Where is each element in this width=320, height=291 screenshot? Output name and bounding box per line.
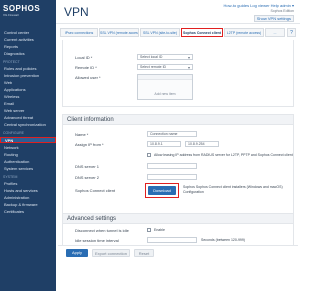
idle-interval-input[interactable] xyxy=(147,237,197,243)
sidebar-item-profiles[interactable]: Profiles xyxy=(4,181,54,187)
allowed-user-list[interactable]: Add new item xyxy=(137,74,193,100)
sidebar-item-web-server[interactable]: Web server xyxy=(4,108,54,114)
sidebar-section-system: SYSTEM xyxy=(3,175,18,179)
enable-idle-disconnect-checkbox[interactable] xyxy=(147,228,151,232)
policy-panel: Local ID * Select local ID Remote ID * S… xyxy=(62,40,294,107)
idle-interval-label: Idle session time interval xyxy=(75,238,119,243)
download-hint-configuration: Configuration xyxy=(183,190,204,194)
sidebar-item-advanced-threat[interactable]: Advanced threat xyxy=(4,115,54,121)
dns-server-2-label: DNS server 2 xyxy=(75,175,100,180)
advanced-settings-header: Advanced settings xyxy=(62,213,294,224)
apply-button[interactable]: Apply xyxy=(66,249,88,257)
sidebar-item-applications[interactable]: Applications xyxy=(4,87,54,93)
sidebar-item-control-center[interactable]: Control center xyxy=(4,30,54,36)
enable-label: Enable xyxy=(154,228,165,232)
sidebar-item-backup-firmware[interactable]: Backup & firmware xyxy=(4,202,54,208)
sidebar-section-configure: CONFIGURE xyxy=(3,131,24,135)
sidebar-item-intrusion-prevention[interactable]: Intrusion prevention xyxy=(4,73,54,79)
help-icon[interactable]: ? xyxy=(287,28,296,37)
tab-ssl-vpn-site[interactable]: SSL VPN (site-to-site) xyxy=(140,28,180,37)
dns-server-2-input[interactable] xyxy=(147,174,197,180)
allowed-user-label: Allowed user * xyxy=(75,75,101,80)
remote-id-label: Remote ID * xyxy=(75,65,97,70)
assign-ip-to-input[interactable]: 10.8.9.254 xyxy=(185,141,219,147)
advanced-settings-title: Advanced settings xyxy=(67,216,117,222)
tab-bar: IPsec connections SSL VPN (remote access… xyxy=(60,28,298,38)
radius-lease-checkbox[interactable] xyxy=(147,153,151,157)
sophos-logo: SOPHOS XG Firewall xyxy=(3,4,53,26)
sidebar-section-protect: PROTECT xyxy=(3,60,20,64)
radius-lease-label: Allow leasing IP address from RADIUS ser… xyxy=(154,153,293,157)
brand-name: SOPHOS xyxy=(3,4,41,13)
sophos-connect-client-label: Sophos Connect client xyxy=(75,188,116,193)
name-label: Name * xyxy=(75,132,89,137)
sidebar-item-current-activities[interactable]: Current activities xyxy=(4,37,54,43)
download-button[interactable]: Download xyxy=(148,186,176,195)
remote-id-select[interactable]: Select remote ID xyxy=(137,64,193,70)
sidebar-item-central-synchronization[interactable]: Central synchronization xyxy=(4,122,54,128)
sidebar-item-email[interactable]: Email xyxy=(4,101,54,107)
dns-server-1-label: DNS server 1 xyxy=(75,164,100,169)
sidebar-item-routing[interactable]: Routing xyxy=(4,152,54,158)
sidebar-item-administration[interactable]: Administration xyxy=(4,195,54,201)
sidebar-item-hosts-and-services[interactable]: Hosts and services xyxy=(4,188,54,194)
footer-bar: Apply Export connection Reset xyxy=(58,245,298,259)
reset-button[interactable]: Reset xyxy=(134,249,154,257)
sidebar-item-network[interactable]: Network xyxy=(4,145,54,151)
sidebar-item-certificates[interactable]: Certificates xyxy=(4,209,54,215)
tab-ssl-vpn-remote[interactable]: SSL VPN (remote access) xyxy=(99,28,139,37)
sidebar-item-web[interactable]: Web xyxy=(4,80,54,86)
header-edition: Sophos Edition xyxy=(270,9,294,13)
allowed-user-list-header xyxy=(138,75,192,80)
sidebar-item-authentication[interactable]: Authentication xyxy=(4,159,54,165)
local-id-select[interactable]: Select local ID xyxy=(137,54,193,60)
export-connection-button[interactable]: Export connection xyxy=(92,249,130,257)
tab-l2tp-remote[interactable]: L2TP (remote access) xyxy=(224,28,264,37)
sidebar-item-wireless[interactable]: Wireless xyxy=(4,94,54,100)
disconnect-idle-label: Disconnect when tunnel is idle xyxy=(75,228,129,233)
download-hint-installers: Sophos Sophos Connect client installers … xyxy=(183,185,283,189)
sidebar-item-vpn[interactable]: VPN xyxy=(0,137,56,143)
page-title: VPN xyxy=(64,5,89,19)
connection-name-input[interactable]: Connection name xyxy=(147,131,197,137)
header-links[interactable]: How-to guides Log viewer Help admin ▾ xyxy=(224,3,295,8)
add-new-item-link[interactable]: Add new item xyxy=(138,92,192,96)
client-information-header: Client information xyxy=(62,114,294,125)
sidebar-item-rules-and-policies[interactable]: Rules and policies xyxy=(4,66,54,72)
assign-ip-from-input[interactable]: 10.8.9.1 xyxy=(147,141,181,147)
sidebar: SOPHOS XG Firewall Control center Curren… xyxy=(0,0,56,291)
idle-interval-hint: Seconds (between 120-999) xyxy=(201,238,245,242)
brand-product: XG Firewall xyxy=(3,13,19,17)
show-vpn-settings-button[interactable]: Show VPN settings xyxy=(253,15,294,22)
tab-ipsec-connections[interactable]: IPsec connections xyxy=(60,28,98,37)
client-information-title: Client information xyxy=(67,117,114,123)
sidebar-item-system-services[interactable]: System services xyxy=(4,166,54,172)
sidebar-item-reports[interactable]: Reports xyxy=(4,44,54,50)
tab-more[interactable]: ... xyxy=(265,28,285,37)
page-header: VPN How-to guides Log viewer Help admin … xyxy=(56,0,300,24)
sidebar-item-diagnostics[interactable]: Diagnostics xyxy=(4,51,54,57)
local-id-label: Local ID * xyxy=(75,55,93,60)
dns-server-1-input[interactable] xyxy=(147,163,197,169)
tab-sophos-connect-client[interactable]: Sophos Connect client xyxy=(181,28,223,37)
assign-ip-label: Assign IP from * xyxy=(75,142,104,147)
